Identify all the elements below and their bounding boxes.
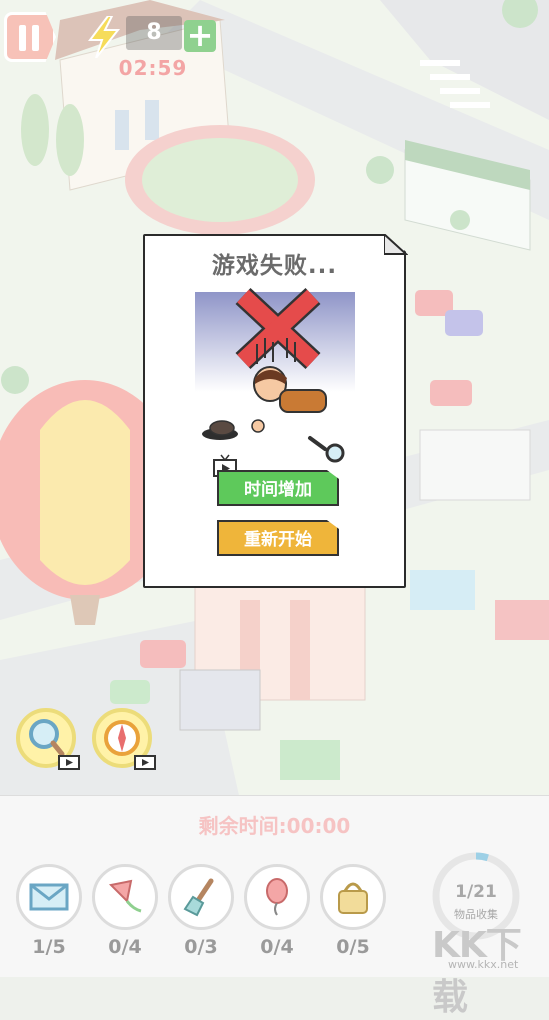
- target-item-bag[interactable]: [320, 864, 386, 930]
- kite-count: 0/4: [108, 936, 142, 958]
- target-item-balloon[interactable]: [244, 864, 310, 930]
- kite-icon: [108, 879, 142, 913]
- countdown-timer: 02:59: [118, 56, 188, 80]
- red-x-icon: [235, 287, 321, 370]
- watermark-url: www.kkx.net: [448, 958, 519, 971]
- target-item-brush[interactable]: [168, 864, 234, 930]
- brush-count: 0/3: [184, 936, 218, 958]
- balloon-count: 0/4: [260, 936, 294, 958]
- target-item-envelope[interactable]: [16, 864, 82, 930]
- target-item-kite[interactable]: [92, 864, 158, 930]
- fail-illustration: [202, 287, 345, 463]
- energy-count: 8: [126, 16, 182, 50]
- dialog-corner-fold: [384, 234, 408, 255]
- envelope-icon: [29, 883, 69, 911]
- tv-ad-icon: [58, 755, 80, 770]
- tv-ad-icon: [134, 755, 156, 770]
- restart-button[interactable]: 重新开始: [217, 520, 339, 556]
- game-over-dialog: 游戏失败... 时间增加 重新开始: [143, 234, 406, 588]
- dialog-title: 游戏失败...: [211, 253, 338, 279]
- bag-count: 0/5: [336, 936, 370, 958]
- remaining-time-label: 剩余时间:00:00: [198, 814, 351, 838]
- bag-icon: [338, 882, 368, 914]
- lightning-icon: [88, 16, 121, 58]
- brush-icon: [183, 878, 214, 917]
- bottom-panel: 剩余时间:00:00 1/5 0/4 0/3 0/4 0/5 1/21 物品收集…: [0, 795, 549, 1018]
- collection-count: 1/21: [455, 882, 497, 902]
- add-time-button[interactable]: 时间增加: [217, 470, 339, 506]
- pause-icon: [19, 25, 26, 51]
- pause-button[interactable]: [4, 12, 56, 62]
- envelope-count: 1/5: [32, 936, 66, 958]
- add-energy-button[interactable]: +: [184, 19, 216, 52]
- balloon-icon: [266, 878, 288, 916]
